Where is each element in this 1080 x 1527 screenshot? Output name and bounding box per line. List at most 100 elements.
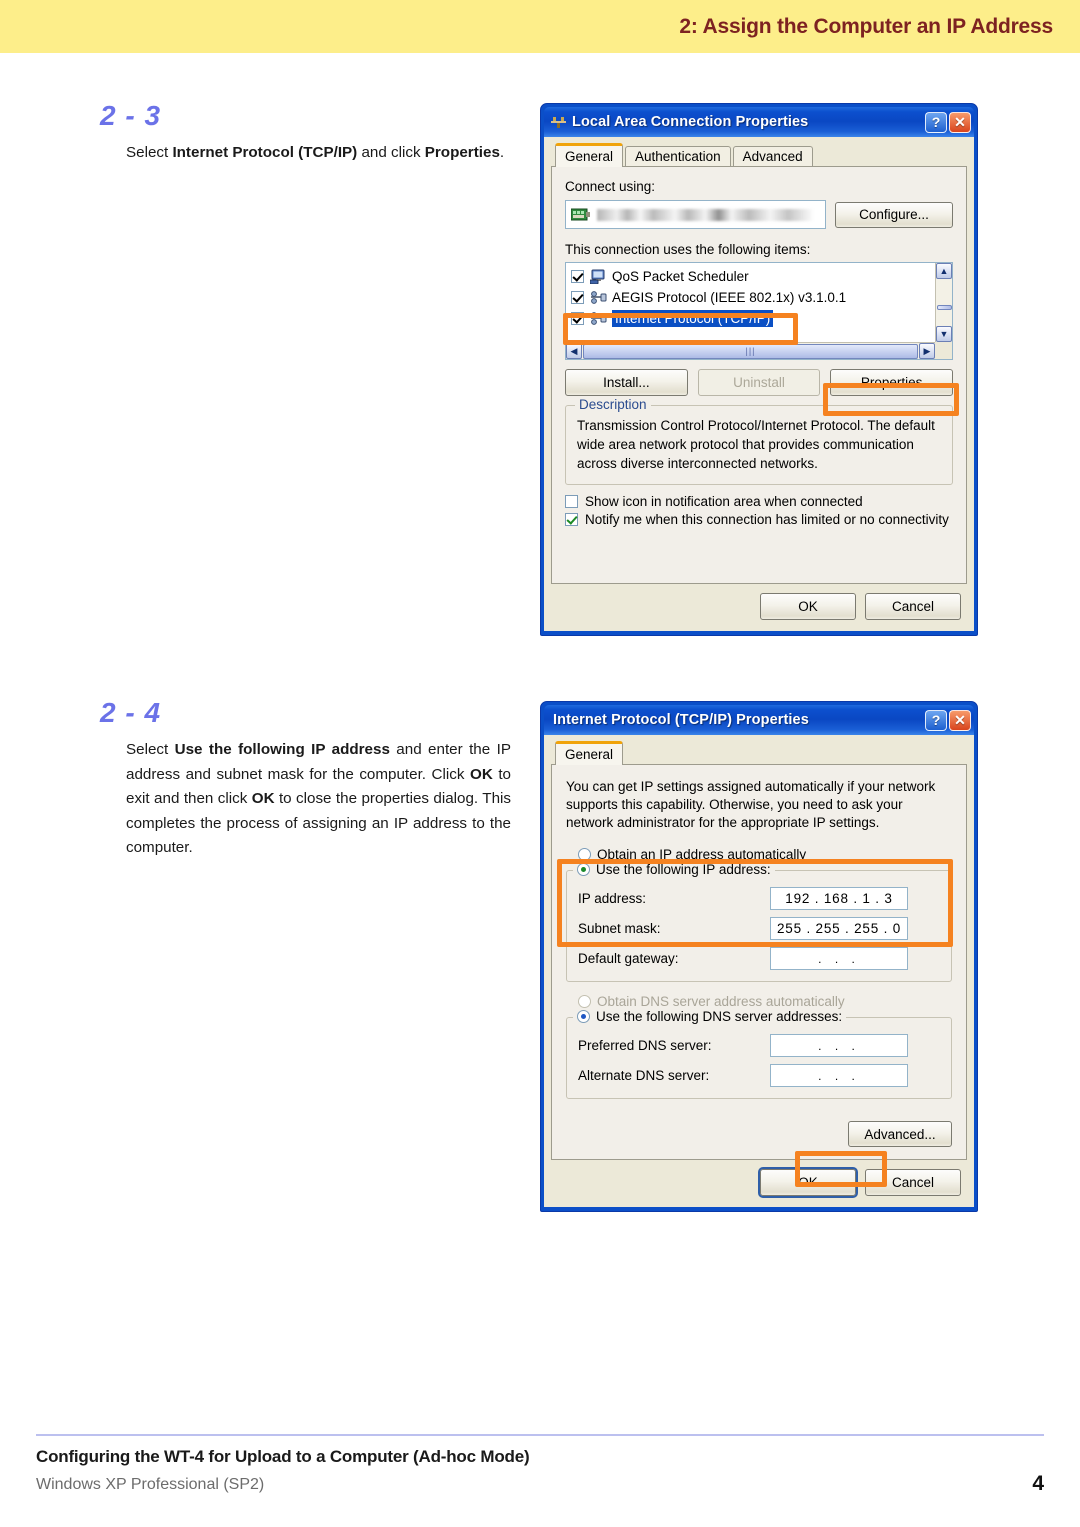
default-gateway-input[interactable]: . . . [770,947,908,970]
configure-button-label: Configure... [859,207,929,222]
checkbox-icon[interactable] [565,513,578,526]
scroll-left-icon[interactable]: ◀ [566,343,582,359]
dialog2-title: Internet Protocol (TCP/IP) Properties [553,712,809,728]
tab-advanced[interactable]: Advanced [732,146,813,167]
checkbox-icon[interactable] [565,495,578,508]
adapter-name-blurred [597,208,814,221]
alternate-dns-row: Alternate DNS server: . . . [578,1064,940,1087]
use-following-dns-inner[interactable]: Use the following DNS server addresses: [577,1009,842,1024]
dialog2-tabpanel-general: You can get IP settings assigned automat… [551,764,967,1160]
items-label: This connection uses the following items… [565,242,811,257]
dialog1-spacer [565,527,953,573]
radio-icon[interactable] [578,848,591,861]
list-item[interactable]: QoS Packet Scheduler [571,266,935,287]
checkbox-icon[interactable] [571,270,584,283]
step-2-4-text: Select Use the following IP address and … [126,738,511,861]
scroll-right-icon[interactable]: ▶ [919,343,935,359]
configure-button[interactable]: Configure... [835,201,953,228]
scrollbar-thumb-horizontal[interactable]: ||| [583,343,918,359]
help-icon[interactable]: ? [925,709,947,731]
connection-items-listbox[interactable]: QoS Packet Scheduler AEGIS Protocol (IEE… [565,262,953,360]
footer-divider [36,1434,1044,1436]
scrollbar-corner [935,342,952,359]
tcpip-intro-text: You can get IP settings assigned automat… [566,779,936,830]
cancel-button[interactable]: Cancel [865,593,961,620]
tab-general[interactable]: General [555,741,624,765]
dialog2-footer-buttons: OK Cancel [551,1160,967,1199]
properties-button[interactable]: Properties [830,369,954,396]
internet-protocol-tcpip-properties-dialog: Internet Protocol (TCP/IP) Properties ? … [540,701,978,1212]
ip-address-input[interactable]: 192 . 168 . 1 . 3 [770,887,908,910]
preferred-dns-row: Preferred DNS server: . . . [578,1034,940,1057]
preferred-dns-input[interactable]: . . . [770,1034,908,1057]
adapter-row: Configure... [565,200,953,229]
cancel-button[interactable]: Cancel [865,1169,961,1196]
use-following-ip-inner[interactable]: Use the following IP address: [577,862,771,877]
dialog1-title: Local Area Connection Properties [572,114,809,130]
checkbox-icon[interactable] [571,312,584,325]
connect-using-label: Connect using: [565,179,656,194]
scroll-up-icon[interactable]: ▲ [936,263,952,279]
tab-general[interactable]: General [555,143,624,167]
alternate-dns-input[interactable]: . . . [770,1064,908,1087]
manual-ip-groupbox: Use the following IP address: IP address… [566,862,952,982]
alternate-dns-label: Alternate DNS server: [578,1068,710,1083]
step-2-3-text: Select Internet Protocol (TCP/IP) and cl… [126,141,511,166]
scrollbar-thumb[interactable] [936,305,952,310]
step-2-3-t3: Properties [424,144,500,161]
help-icon[interactable]: ? [925,111,947,133]
ok-button[interactable]: OK [758,1167,858,1198]
step-2-4: 2 - 4 Select Use the following IP addres… [100,697,511,861]
scroll-down-icon[interactable]: ▼ [936,326,952,342]
subnet-mask-input[interactable]: 255 . 255 . 255 . 0 [770,917,908,940]
list-item[interactable]: AEGIS Protocol (IEEE 802.1x) v3.1.0.1 [571,287,935,308]
ok-button[interactable]: OK [760,593,856,620]
qos-computer-icon [589,269,607,285]
show-icon-checkbox-row[interactable]: Show icon in notification area when conn… [565,494,953,509]
close-icon[interactable]: ✕ [949,111,971,133]
listbox-vertical-scrollbar[interactable]: ▲ ▼ [935,263,952,342]
dialog2-titlebar[interactable]: Internet Protocol (TCP/IP) Properties ? … [544,705,974,735]
list-item[interactable]: Internet Protocol (TCP/IP) [571,308,935,329]
close-icon[interactable]: ✕ [949,709,971,731]
step-2-3-t0: Select [126,144,173,161]
ip-address-row: IP address: 192 . 168 . 1 . 3 [578,887,940,910]
use-following-dns-radio-row[interactable]: Use the following DNS server addresses: [573,1009,847,1024]
connection-items-rows: QoS Packet Scheduler AEGIS Protocol (IEE… [566,263,935,342]
adapter-field[interactable] [565,200,826,229]
dialog1-tabrow: General Authentication Advanced [551,143,967,167]
network-connection-icon [550,114,567,131]
notify-me-checkbox-row[interactable]: Notify me when this connection has limit… [565,512,953,527]
obtain-dns-automatically-radio-row: Obtain DNS server address automatically [578,994,952,1009]
show-icon-checkbox-label: Show icon in notification area when conn… [585,494,863,509]
manual-dns-groupbox: Use the following DNS server addresses: … [566,1009,952,1099]
step-2-3-t1: Internet Protocol (TCP/IP) [172,144,358,161]
dialog1-titlebar[interactable]: Local Area Connection Properties ? ✕ [544,107,974,137]
footer-subtitle: Windows XP Professional (SP2) [36,1476,265,1493]
radio-icon[interactable] [577,1010,590,1023]
obtain-ip-automatically-label: Obtain an IP address automatically [597,847,807,862]
dialog1-action-buttons: Install... Uninstall Properties [565,369,954,396]
use-following-dns-label: Use the following DNS server addresses: [596,1009,843,1024]
advanced-button[interactable]: Advanced... [848,1121,952,1147]
dialog1-footer-buttons: OK Cancel [551,584,967,623]
protocol-icon [590,311,607,326]
subnet-mask-row: Subnet mask: 255 . 255 . 255 . 0 [578,917,940,940]
tab-authentication[interactable]: Authentication [625,146,731,167]
obtain-ip-automatically-radio-row[interactable]: Obtain an IP address automatically [578,847,952,862]
default-gateway-label: Default gateway: [578,951,679,966]
step-2-4-t3: OK [470,765,493,783]
list-item-label: QoS Packet Scheduler [612,269,749,284]
description-groupbox: Description Transmission Control Protoco… [565,397,953,485]
use-following-ip-radio-row[interactable]: Use the following IP address: [573,862,775,877]
page-header-title: 2: Assign the Computer an IP Address [679,15,1053,38]
dialog2-client: General You can get IP settings assigned… [544,735,974,1207]
obtain-dns-automatically-label: Obtain DNS server address automatically [597,994,845,1009]
install-button[interactable]: Install... [565,369,688,396]
subnet-mask-label: Subnet mask: [578,921,661,936]
step-2-3-number: 2 - 3 [100,100,162,131]
checkbox-icon[interactable] [571,291,584,304]
listbox-horizontal-scrollbar[interactable]: ◀ ||| ▶ [566,342,935,359]
step-2-3: 2 - 3 Select Internet Protocol (TCP/IP) … [100,100,511,166]
radio-icon[interactable] [577,863,590,876]
